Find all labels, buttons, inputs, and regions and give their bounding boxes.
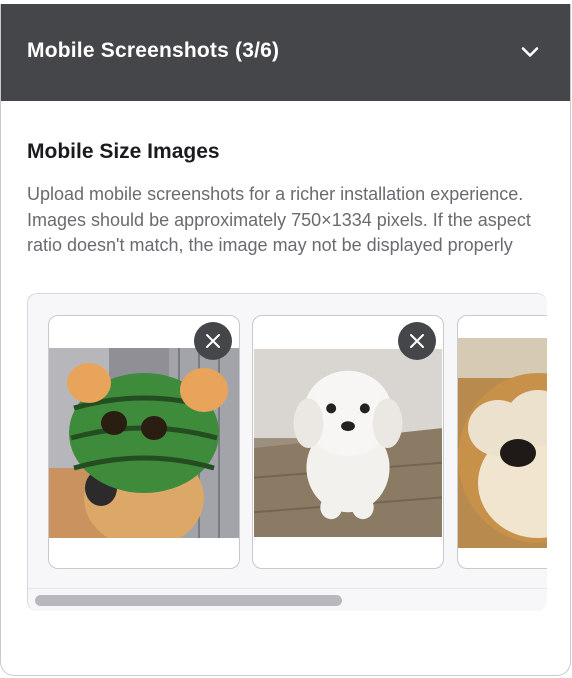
screenshot-image [458,338,547,548]
screenshot-image [49,348,239,538]
section-description: Upload mobile screenshots for a richer i… [27,184,531,255]
close-icon [206,334,220,348]
panel-header[interactable]: Mobile Screenshots (3/6) [1,4,570,101]
section-title: Mobile Size Images [27,140,220,163]
screenshot-card[interactable] [48,315,240,569]
close-icon [410,334,424,348]
horizontal-scrollbar[interactable] [28,588,547,611]
screenshot-gallery[interactable] [27,293,547,611]
scrollbar-thumb[interactable] [35,595,342,606]
screenshot-image [253,349,443,537]
chevron-down-icon[interactable] [520,42,540,62]
mobile-screenshots-panel: Mobile Screenshots (3/6) Mobile Size Ima… [0,4,571,676]
panel-title: Mobile Screenshots (3/6) [27,39,280,62]
remove-screenshot-button[interactable] [398,322,436,360]
screenshot-card[interactable] [457,315,547,569]
screenshot-card[interactable] [252,315,444,569]
remove-screenshot-button[interactable] [194,322,232,360]
